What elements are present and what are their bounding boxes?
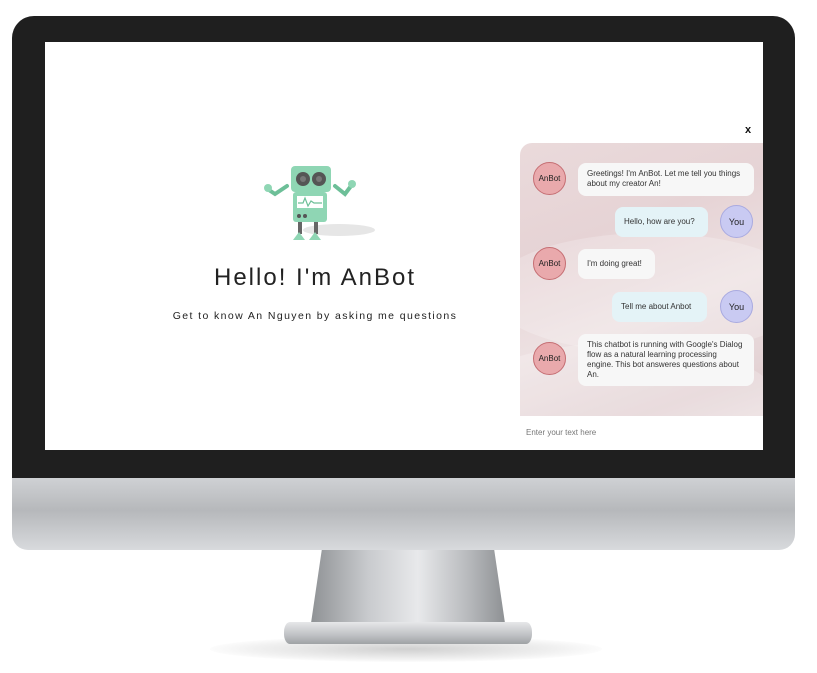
hero-title: Hello! I'm AnBot: [214, 264, 416, 291]
chat-text-input[interactable]: [520, 416, 757, 448]
chat-panel: AnBot Greetings! I'm AnBot. Let me tell …: [520, 143, 763, 450]
monitor-stand-neck: [310, 550, 506, 630]
bot-message: Greetings! I'm AnBot. Let me tell you th…: [578, 163, 754, 196]
user-avatar: You: [720, 205, 753, 238]
hero-subtitle: Get to know An Nguyen by asking me quest…: [172, 310, 458, 322]
bot-avatar: AnBot: [533, 247, 566, 280]
bot-avatar: AnBot: [533, 162, 566, 195]
monitor-screen: Hello! I'm AnBot Get to know An Nguyen b…: [45, 42, 763, 450]
bot-message: I'm doing great!: [578, 249, 655, 279]
user-avatar: You: [720, 290, 753, 323]
robot-mascot-icon: [264, 166, 375, 240]
close-chat-button[interactable]: x: [745, 124, 751, 136]
monitor-stand-base: [284, 622, 532, 644]
bot-avatar: AnBot: [533, 342, 566, 375]
monitor-chin: [12, 478, 795, 550]
user-message: Tell me about Anbot: [612, 292, 707, 322]
bot-message: This chatbot is running with Google's Di…: [578, 334, 754, 386]
user-message: Hello, how are you?: [615, 207, 708, 237]
chat-input-bar: [520, 416, 763, 450]
